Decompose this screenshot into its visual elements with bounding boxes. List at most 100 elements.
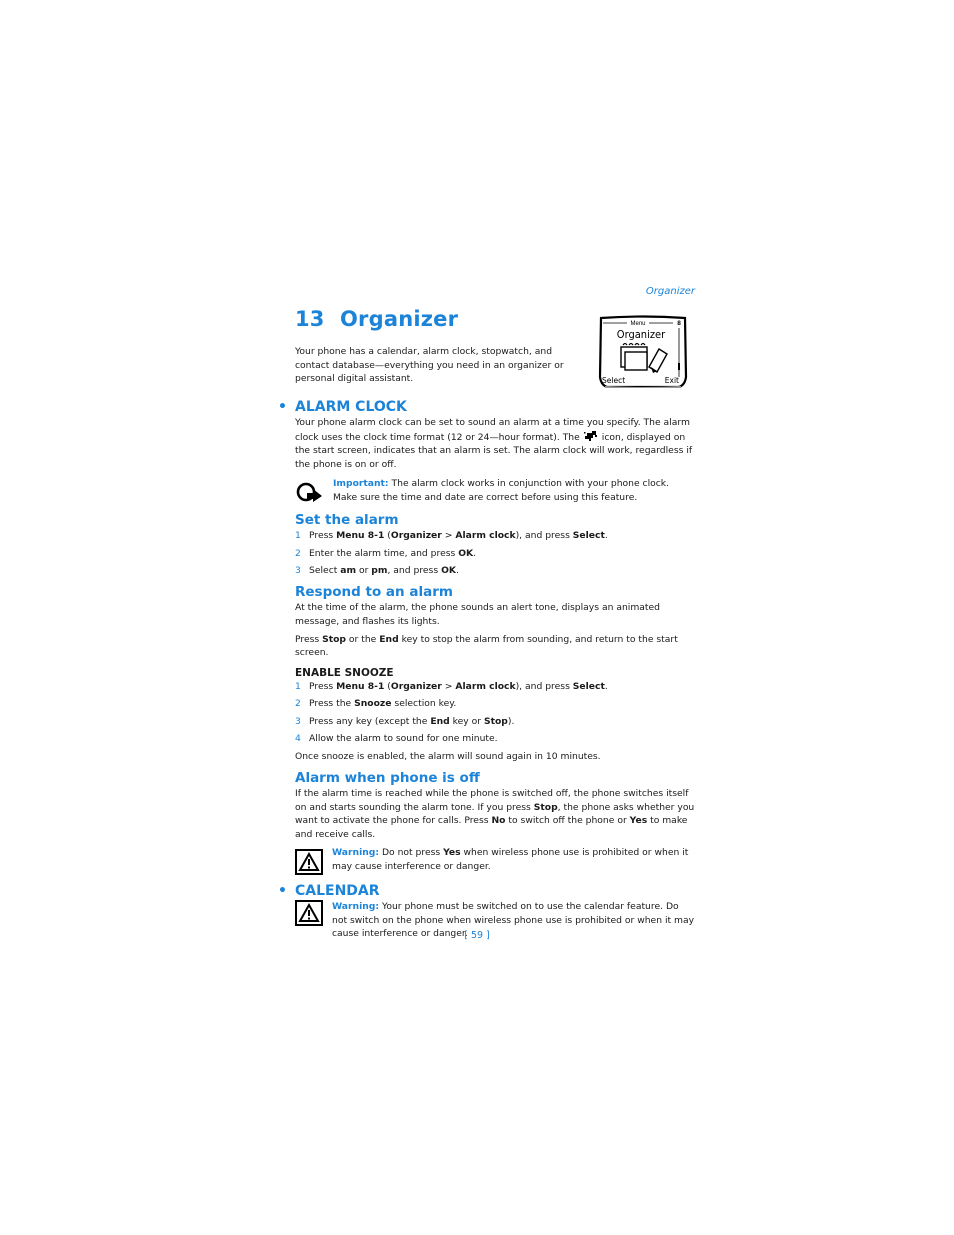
subheading-set-alarm: Set the alarm xyxy=(295,512,399,528)
bold-term: Menu 8-1 xyxy=(336,530,385,541)
text-span: key or xyxy=(449,715,484,727)
bold-term: Snooze xyxy=(354,698,392,709)
bold-term: Yes xyxy=(629,815,648,826)
chapter-title: 13 Organizer xyxy=(295,307,458,331)
step-number: 2 xyxy=(295,698,301,709)
text-span: , and press xyxy=(387,565,442,576)
step-number: 1 xyxy=(295,680,301,692)
text-span: . xyxy=(604,680,608,692)
text-span: . xyxy=(473,547,477,559)
bullet-icon: • xyxy=(278,883,287,899)
phone-left-softkey: Select xyxy=(602,376,625,385)
bullet-icon: • xyxy=(278,399,287,415)
important-note: Important: The alarm clock works in conj… xyxy=(295,477,695,504)
bold-term: Yes xyxy=(443,847,461,858)
bold-term: OK xyxy=(458,547,474,559)
text-span: ), and press xyxy=(515,680,573,692)
bold-term: End xyxy=(379,633,399,645)
text-span: to switch off the phone or xyxy=(505,815,630,826)
warning-triangle-icon xyxy=(295,849,323,875)
phone-title: Organizer xyxy=(617,328,666,341)
step-number: 4 xyxy=(295,733,301,744)
text-span: Press any key (except the xyxy=(309,715,431,727)
text-span: selection key. xyxy=(391,698,457,709)
text-span: Do not press xyxy=(379,847,444,858)
bold-term: Organizer xyxy=(390,530,442,541)
phone-right-softkey: Exit xyxy=(665,376,679,385)
step-item: 1 Press Menu 8-1 (Organizer > Alarm clock… xyxy=(295,529,695,542)
bold-term: Organizer xyxy=(390,680,442,692)
step-item: 3 Press any key (except the End key or St… xyxy=(295,715,695,728)
main-content: • ALARM CLOCK Your phone alarm clock can … xyxy=(278,398,695,941)
text-span: Press xyxy=(309,530,337,541)
subheading-enable-snooze: ENABLE SNOOZE xyxy=(295,666,394,679)
text-span: Enter the alarm time, and press xyxy=(309,547,459,559)
subheading-respond-alarm: Respond to an alarm xyxy=(295,584,453,600)
step-item: 4 Allow the alarm to sound for one minute… xyxy=(295,732,695,745)
bold-term: Stop xyxy=(533,801,558,813)
text-span: ). xyxy=(507,715,515,727)
bold-term: am xyxy=(340,565,357,576)
set-alarm-steps: 1 Press Menu 8-1 (Organizer > Alarm clock… xyxy=(295,529,695,577)
bold-term: Menu 8-1 xyxy=(336,680,385,692)
important-label: Important: xyxy=(333,478,389,489)
text-span: or the xyxy=(346,633,380,645)
subheading-phone-off: Alarm when phone is off xyxy=(295,770,480,786)
bold-term: Select xyxy=(572,680,605,692)
page-number: [ 59 ] xyxy=(464,930,490,941)
phone-off-description: If the alarm time is reached while the p… xyxy=(295,787,695,841)
snooze-note: Once snooze is enabled, the alarm will s… xyxy=(295,750,601,762)
manual-page: Organizer 13 Organizer Your phone has a c… xyxy=(0,0,954,1235)
step-number: 3 xyxy=(295,565,301,576)
running-head: Organizer xyxy=(645,286,695,297)
bold-term: End xyxy=(430,715,450,727)
text-span: Allow the alarm to sound for one minute. xyxy=(309,733,498,744)
section-heading-calendar: • CALENDAR xyxy=(278,882,695,900)
phone-screen-illustration: Menu 8 Organizer Select Exit xyxy=(598,315,688,388)
step-item: 2 Enter the alarm time, and press OK. xyxy=(295,547,695,560)
text-span: . xyxy=(604,530,608,541)
bold-term: No xyxy=(491,815,506,826)
section-heading-text: CALENDAR xyxy=(295,883,380,899)
bold-term: Stop xyxy=(483,715,508,727)
text-span: Select xyxy=(309,565,341,576)
text-span: Press the xyxy=(309,698,355,709)
text-span: > xyxy=(441,530,456,541)
text-span: Press xyxy=(309,680,337,692)
bold-term: Alarm clock xyxy=(455,680,516,692)
section-heading-alarm-clock: • ALARM CLOCK xyxy=(278,398,695,416)
warning-label: Warning: xyxy=(332,847,380,858)
bold-term: pm xyxy=(371,565,388,576)
chapter-name: Organizer xyxy=(340,307,459,331)
step-item: 2 Press the Snooze selection key. xyxy=(295,697,695,710)
phone-indicator: 8 xyxy=(677,320,681,327)
important-pointer-icon xyxy=(296,482,322,502)
bold-term: Alarm clock xyxy=(455,530,516,541)
bold-term: Select xyxy=(572,530,605,541)
text-span: ), and press xyxy=(515,530,573,541)
respond-alarm-para1: At the time of the alarm, the phone soun… xyxy=(295,602,661,627)
warning-text: Do not press Yes when wireless phone use… xyxy=(332,847,688,872)
step-item: 3 Select am or pm, and press OK. xyxy=(295,564,695,577)
warning-triangle-icon xyxy=(295,900,323,926)
alarm-set-icon xyxy=(583,430,597,441)
text-span: or xyxy=(356,565,372,576)
text-span: . xyxy=(456,565,459,576)
phone-off-warning: Warning: Do not press Yes when wireless … xyxy=(295,846,695,875)
chapter-number: 13 xyxy=(295,307,325,331)
step-number: 1 xyxy=(295,530,301,541)
text-span: > xyxy=(441,680,456,692)
section-heading-text: ALARM CLOCK xyxy=(295,399,407,415)
step-item: 1 Press Menu 8-1 (Organizer > Alarm clock… xyxy=(295,680,695,693)
chapter-intro: Your phone has a calendar, alarm clock, … xyxy=(295,346,564,384)
bold-term: Stop xyxy=(322,633,347,645)
text-span: Press xyxy=(295,633,323,645)
respond-alarm-para2: Press Stop or the End key to stop the al… xyxy=(295,633,695,660)
phone-header: Menu xyxy=(630,321,645,327)
snooze-steps: 1 Press Menu 8-1 (Organizer > Alarm clock… xyxy=(295,680,695,746)
bold-term: OK xyxy=(441,565,456,576)
step-number: 3 xyxy=(295,715,301,727)
step-number: 2 xyxy=(295,547,301,559)
alarm-clock-description: Your phone alarm clock can be set to sou… xyxy=(295,416,695,471)
warning-label: Warning: xyxy=(332,901,380,912)
